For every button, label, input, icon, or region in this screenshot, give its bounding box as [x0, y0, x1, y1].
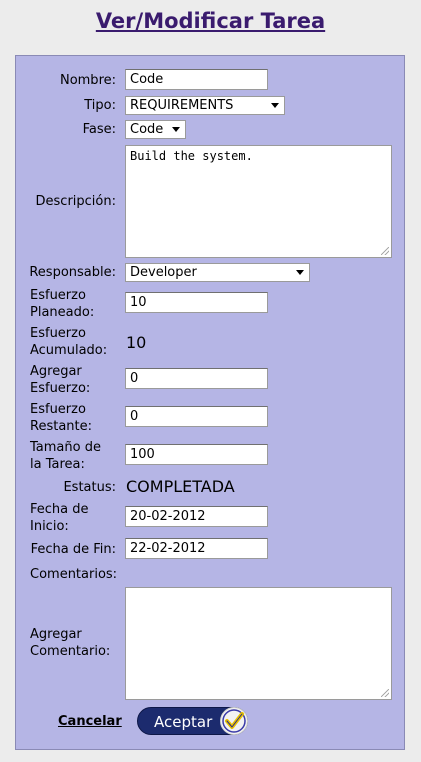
tamano-tarea-label: Tamaño de la Tarea: — [30, 440, 101, 472]
nombre-input[interactable]: Code — [125, 69, 268, 90]
accept-button[interactable]: Aceptar — [137, 707, 248, 735]
fase-label: Fase: — [82, 122, 116, 137]
descripcion-text: Build the system. — [130, 149, 253, 163]
fecha-fin-input[interactable]: 22-02-2012 — [125, 538, 268, 559]
agregar-comentario-textarea[interactable] — [125, 587, 392, 700]
responsable-selected-value: Developer — [130, 265, 197, 280]
chevron-down-icon — [296, 270, 304, 275]
agregar-comentario-label: Agregar Comentario: — [30, 627, 111, 659]
descripcion-textarea[interactable]: Build the system. — [125, 145, 392, 258]
agregar-esfuerzo-input[interactable]: 0 — [125, 368, 268, 389]
task-form-panel: Nombre: Code Tipo: REQUIREMENTS Fase: Co… — [15, 55, 405, 750]
esfuerzo-planeado-label: Esfuerzo Planeado: — [30, 288, 95, 320]
resize-grip-icon[interactable] — [381, 247, 389, 255]
chevron-down-icon — [172, 127, 180, 132]
esfuerzo-planeado-input[interactable]: 10 — [125, 292, 268, 313]
tipo-label: Tipo: — [84, 98, 116, 113]
tamano-tarea-input[interactable]: 100 — [125, 444, 268, 465]
chevron-down-icon — [271, 103, 279, 108]
comentarios-label: Comentarios: — [30, 567, 118, 582]
esfuerzo-acumulado-value: 10 — [126, 333, 147, 352]
fase-select[interactable]: Code — [125, 120, 186, 139]
tipo-select[interactable]: REQUIREMENTS — [125, 96, 285, 115]
checkmark-icon — [220, 707, 248, 735]
fecha-fin-label: Fecha de Fin: — [30, 542, 116, 557]
estatus-value: COMPLETADA — [126, 477, 235, 496]
resize-grip-icon[interactable] — [381, 689, 389, 697]
fecha-inicio-input[interactable]: 20-02-2012 — [125, 506, 268, 527]
responsable-select[interactable]: Developer — [125, 263, 310, 282]
cancel-link[interactable]: Cancelar — [58, 714, 122, 729]
nombre-label: Nombre: — [59, 73, 116, 88]
estatus-label: Estatus: — [63, 480, 116, 495]
esfuerzo-acumulado-label: Esfuerzo Acumulado: — [30, 326, 108, 358]
descripcion-label: Descripción: — [35, 194, 116, 209]
esfuerzo-restante-input[interactable]: 0 — [125, 406, 268, 427]
accept-button-label: Aceptar — [154, 713, 213, 731]
page-title: Ver/Modificar Tarea — [95, 9, 326, 33]
tipo-selected-value: REQUIREMENTS — [130, 98, 234, 113]
agregar-esfuerzo-label: Agregar Esfuerzo: — [30, 364, 91, 396]
esfuerzo-restante-label: Esfuerzo Restante: — [30, 402, 92, 434]
responsable-label: Responsable: — [29, 265, 116, 280]
fase-selected-value: Code — [130, 122, 164, 137]
fecha-inicio-label: Fecha de Inicio: — [30, 502, 89, 534]
